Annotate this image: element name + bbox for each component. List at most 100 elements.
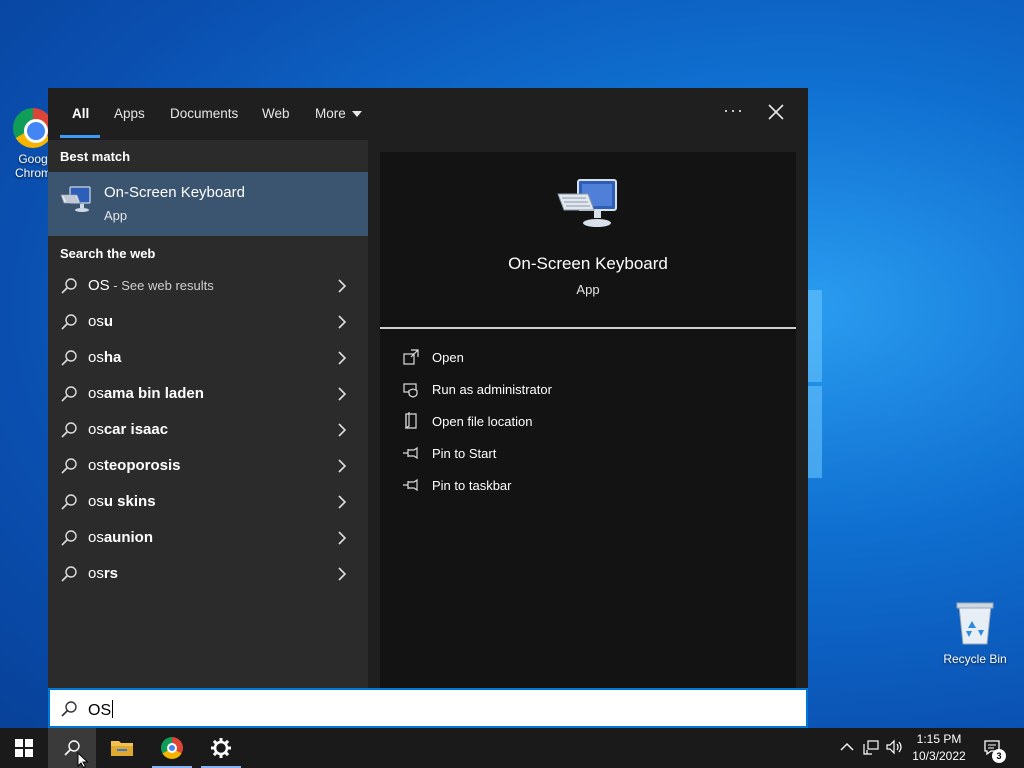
tab-all[interactable]: All [72, 106, 89, 121]
chevron-right-icon [338, 387, 347, 401]
close-icon[interactable] [766, 102, 786, 122]
search-input-value: OS [88, 700, 114, 719]
web-result-item[interactable]: osha [48, 340, 368, 376]
tab-documents[interactable]: Documents [170, 106, 238, 121]
search-web-heading: Search the web [60, 246, 156, 261]
tab-more-label: More [315, 106, 346, 121]
web-result-query-prefix: os [88, 313, 104, 330]
preview-subtitle: App [576, 282, 600, 297]
web-result-query-suffix: rs [103, 565, 119, 582]
search-icon [61, 350, 77, 366]
search-icon [61, 278, 77, 294]
web-result-item[interactable]: osaunion [48, 520, 368, 556]
taskbar-chrome[interactable] [148, 728, 196, 768]
preview-divider [380, 327, 796, 329]
windows-start-icon [15, 739, 33, 757]
web-result-text: osha [88, 349, 121, 366]
network-icon[interactable] [862, 738, 880, 756]
notification-badge: 3 [992, 749, 1006, 763]
web-result-item[interactable]: osama bin laden [48, 376, 368, 412]
search-icon [61, 458, 77, 474]
recycle-bin-icon [956, 602, 994, 645]
web-result-item[interactable]: osu skins [48, 484, 368, 520]
best-match-subtitle: App [104, 208, 128, 223]
web-result-item[interactable]: oscar isaac [48, 412, 368, 448]
windows-logo-light [808, 290, 822, 382]
action-pin-to-taskbar[interactable]: Pin to taskbar [402, 474, 702, 498]
action-open-file-location[interactable]: Open file location [402, 410, 702, 434]
search-tabs: All Apps Documents Web More ··· [48, 88, 808, 140]
volume-icon[interactable] [885, 738, 903, 756]
web-result-query-suffix: ha [103, 349, 122, 366]
more-options-button[interactable]: ··· [723, 100, 744, 121]
desktop-icon-label: Recycle Bin [943, 652, 1007, 666]
search-icon [61, 530, 77, 546]
tab-more[interactable]: More [315, 106, 362, 121]
best-match-item[interactable]: On-Screen Keyboard App [48, 172, 368, 236]
search-icon [61, 314, 77, 330]
action-run-as-admin[interactable]: Run as administrator [402, 378, 702, 402]
folder-icon [111, 741, 133, 756]
tab-apps[interactable]: Apps [114, 106, 145, 121]
web-result-query-suffix: aunion [103, 529, 154, 546]
web-result-item[interactable]: osu [48, 304, 368, 340]
gear-icon [211, 738, 231, 758]
tab-web[interactable]: Web [262, 106, 290, 121]
action-label: Pin to taskbar [432, 478, 512, 493]
chrome-icon [161, 737, 183, 759]
shield-icon [403, 383, 418, 398]
web-result-item[interactable]: osteoporosis [48, 448, 368, 484]
clock-date[interactable]: 10/3/2022 [906, 749, 972, 763]
preview-title: On-Screen Keyboard [508, 254, 668, 273]
on-screen-keyboard-icon [557, 179, 617, 227]
chevron-right-icon [338, 279, 347, 293]
web-result-text: osteoporosis [88, 457, 181, 474]
web-result-text: OS - See web results [88, 277, 214, 294]
web-result-query-suffix: ama bin laden [103, 385, 204, 402]
search-icon [61, 386, 77, 402]
chevron-right-icon [338, 459, 347, 473]
chevron-right-icon [338, 567, 347, 581]
mouse-cursor-icon [77, 752, 89, 768]
chevron-right-icon [338, 315, 347, 329]
pin-icon [403, 478, 418, 492]
action-label: Open file location [432, 414, 533, 429]
file-location-icon [405, 412, 417, 430]
web-result-query-prefix: os [88, 385, 104, 402]
best-match-heading: Best match [60, 149, 131, 164]
web-result-query-prefix: os [88, 565, 104, 582]
web-result-query-prefix: os [88, 493, 104, 510]
taskbar-file-explorer[interactable] [98, 728, 146, 768]
search-icon [61, 494, 77, 510]
search-icon [61, 566, 77, 582]
taskbar: 1:15 PM 10/3/2022 [0, 728, 1024, 768]
chevron-up-icon[interactable] [838, 738, 856, 756]
action-pin-to-start[interactable]: Pin to Start [402, 442, 702, 466]
chrome-icon [13, 108, 53, 148]
web-result-item[interactable]: osrs [48, 556, 368, 592]
web-result-note: - See web results [109, 278, 214, 293]
taskbar-settings[interactable] [197, 728, 245, 768]
web-result-text: osu skins [88, 493, 156, 510]
start-button[interactable] [0, 728, 48, 768]
search-input[interactable]: OS [48, 688, 808, 728]
windows-logo-light [808, 386, 822, 478]
chevron-right-icon [338, 423, 347, 437]
chevron-right-icon [338, 495, 347, 509]
desktop-icon-recycle-bin[interactable]: Recycle Bin [940, 600, 1010, 666]
chevron-right-icon [338, 531, 347, 545]
action-label: Run as administrator [432, 382, 552, 397]
clock-time[interactable]: 1:15 PM [906, 732, 972, 746]
web-result-query-suffix: u [103, 313, 114, 330]
web-result-item[interactable]: OS - See web results [48, 268, 368, 304]
tab-active-indicator [60, 135, 100, 138]
web-result-query-prefix: os [88, 457, 104, 474]
web-result-text: osu [88, 313, 113, 330]
on-screen-keyboard-icon [60, 186, 91, 212]
web-result-query-prefix: os [88, 421, 104, 438]
results-pane: Best match On-Screen Keyboard App Search… [48, 140, 368, 688]
search-icon [61, 701, 77, 717]
open-icon [403, 349, 419, 365]
web-result-text: osama bin laden [88, 385, 204, 402]
action-open[interactable]: Open [402, 346, 702, 370]
